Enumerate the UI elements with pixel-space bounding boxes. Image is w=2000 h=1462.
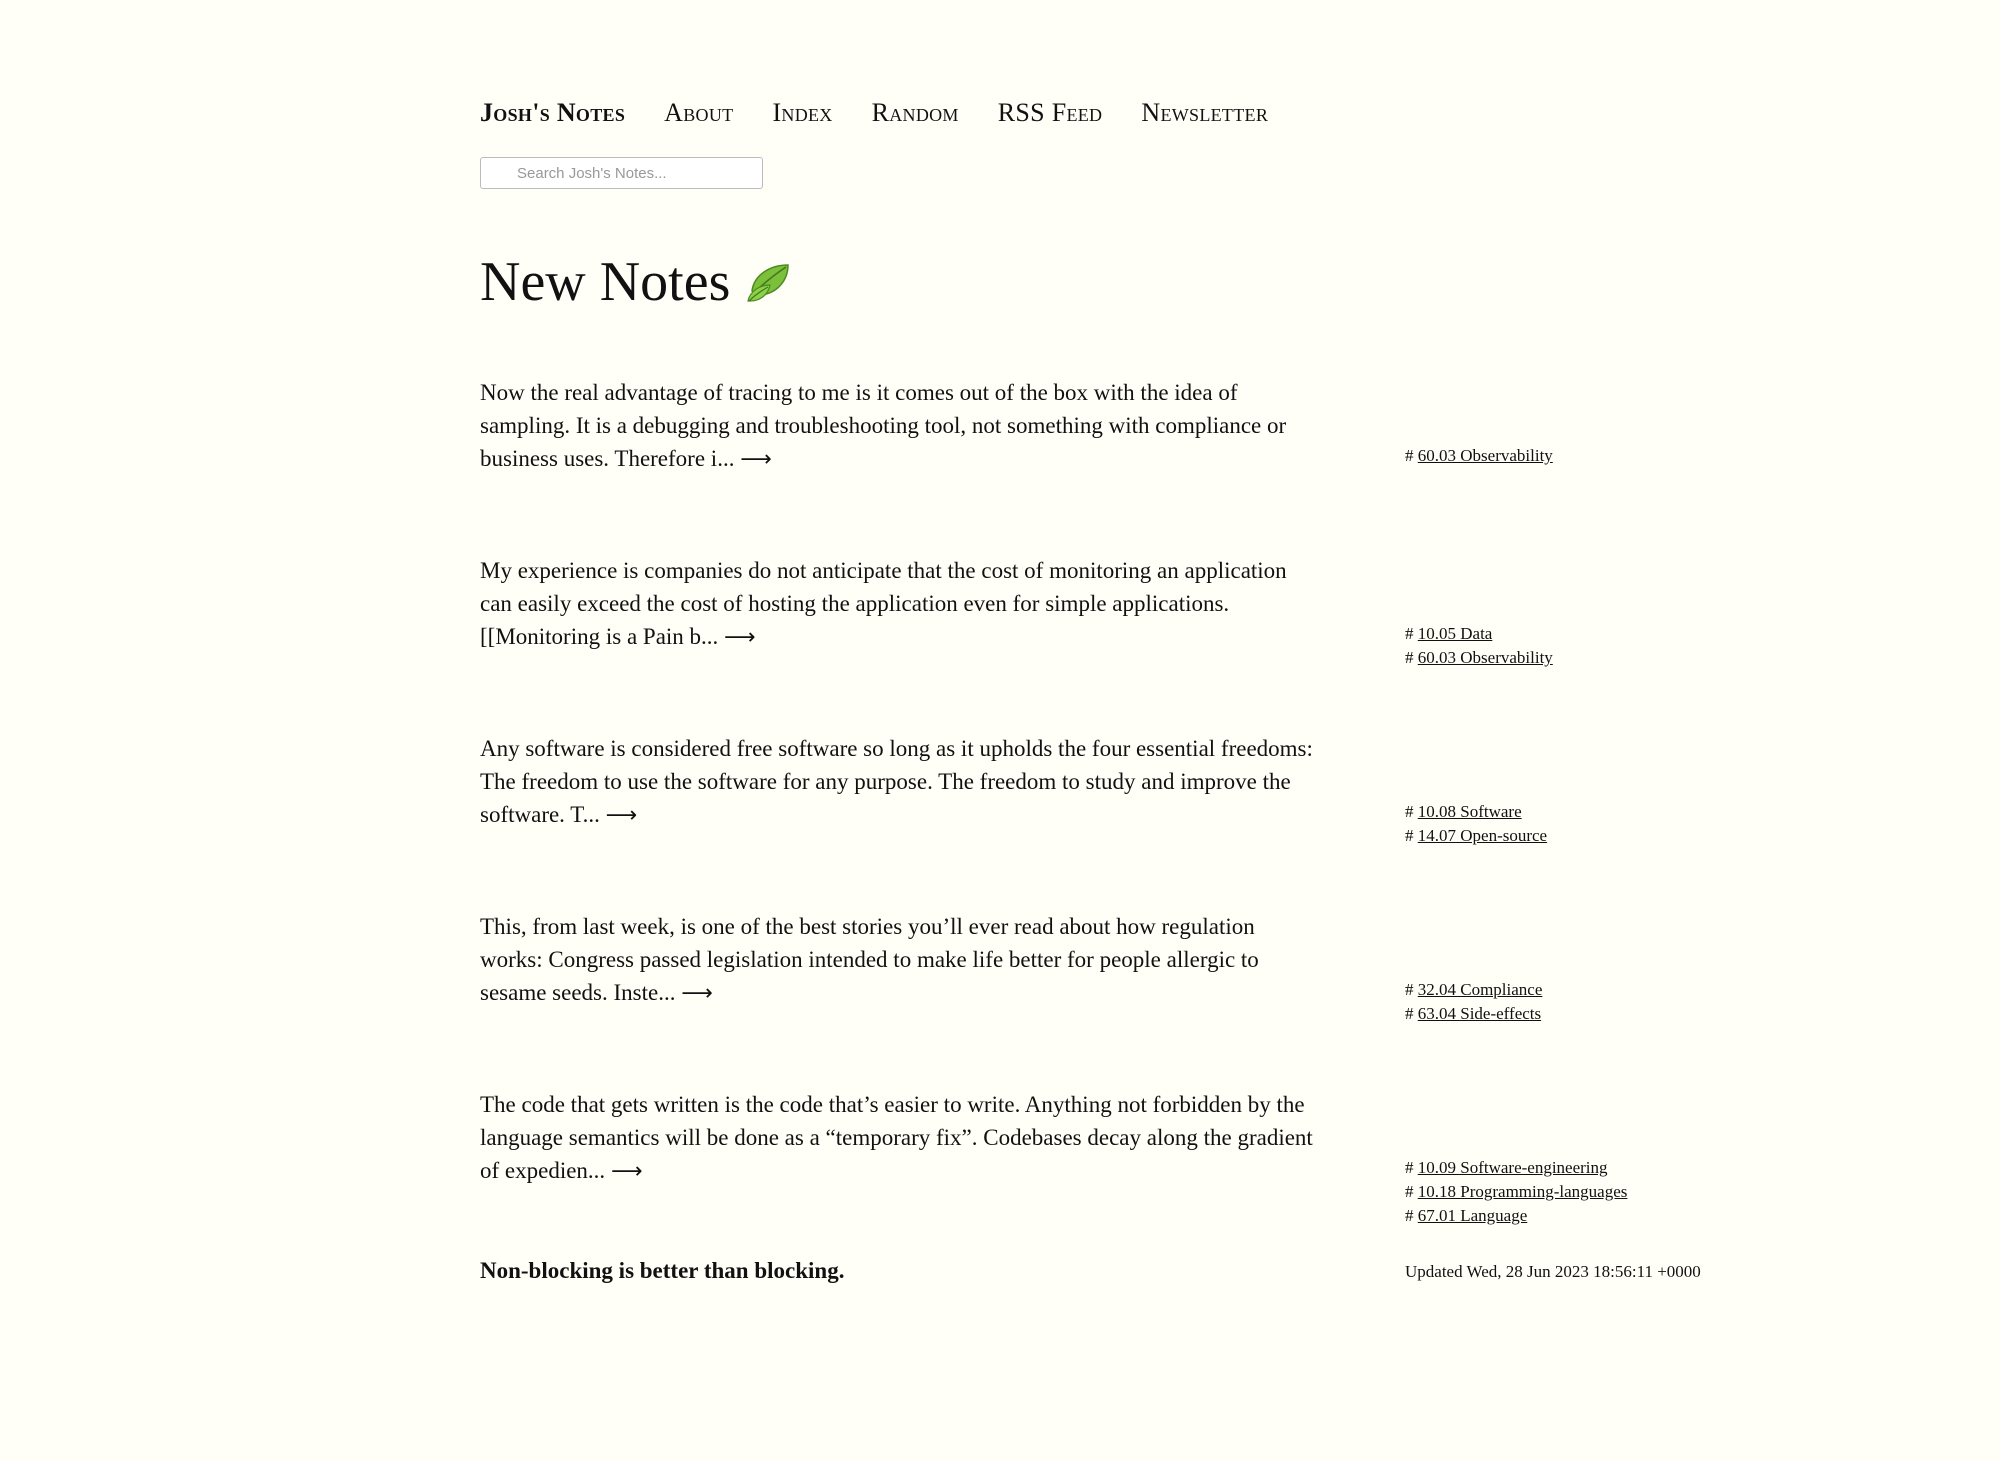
tag-link[interactable]: 10.18 Programming-languages xyxy=(1418,1182,1628,1201)
tag-item: # 14.07 Open-source xyxy=(1405,824,1547,848)
tag-prefix: # xyxy=(1405,802,1414,821)
updated-timestamp: Updated Wed, 28 Jun 2023 18:56:11 +0000 xyxy=(1405,1262,1701,1281)
tag-link[interactable]: 32.04 Compliance xyxy=(1418,980,1543,999)
nav-item-rss-feed[interactable]: RSS Feed xyxy=(998,98,1103,128)
tag-item: # 10.09 Software-engineering xyxy=(1405,1156,1627,1180)
read-more-arrow-icon[interactable]: ⟶ xyxy=(611,1159,643,1184)
page-title: New Notes xyxy=(480,250,794,314)
note-excerpt-text: The code that gets written is the code t… xyxy=(480,1092,1313,1183)
tag-item: # 10.18 Programming-languages xyxy=(1405,1180,1627,1204)
tag-prefix: # xyxy=(1405,1206,1414,1225)
nav-item-random[interactable]: Random xyxy=(872,98,959,128)
tag-prefix: # xyxy=(1405,980,1414,999)
tag-link[interactable]: 63.04 Side-effects xyxy=(1418,1004,1541,1023)
top-nav: Josh's Notes About Index Random RSS Feed… xyxy=(480,98,1307,138)
note-excerpt-text: My experience is companies do not antici… xyxy=(480,558,1287,649)
nav-item-index[interactable]: Index xyxy=(772,98,832,128)
note-tags: # 10.09 Software-engineering # 10.18 Pro… xyxy=(1405,1156,1627,1228)
note-excerpt: Any software is considered free software… xyxy=(480,732,1320,832)
page-title-text: New Notes xyxy=(480,251,731,313)
tag-prefix: # xyxy=(1405,1004,1414,1023)
tag-item: # 10.05 Data xyxy=(1405,622,1553,646)
tag-item: # 60.03 Observability xyxy=(1405,444,1553,468)
read-more-arrow-icon[interactable]: ⟶ xyxy=(740,447,772,472)
note-excerpt: The code that gets written is the code t… xyxy=(480,1088,1320,1188)
tag-prefix: # xyxy=(1405,648,1414,667)
note-tags: # 32.04 Compliance # 63.04 Side-effects xyxy=(1405,978,1542,1026)
search-input[interactable] xyxy=(481,163,762,183)
tag-link[interactable]: 60.03 Observability xyxy=(1418,446,1553,465)
read-more-arrow-icon[interactable]: ⟶ xyxy=(724,625,756,650)
footer-heading: Non-blocking is better than blocking. xyxy=(480,1258,845,1283)
tag-prefix: # xyxy=(1405,446,1414,465)
search-box xyxy=(480,157,763,189)
tag-item: # 60.03 Observability xyxy=(1405,646,1553,670)
tag-prefix: # xyxy=(1405,1158,1414,1177)
note-excerpt: My experience is companies do not antici… xyxy=(480,554,1320,654)
tag-item: # 10.08 Software xyxy=(1405,800,1547,824)
note-tags: # 60.03 Observability xyxy=(1405,444,1553,468)
tag-link[interactable]: 10.09 Software-engineering xyxy=(1418,1158,1608,1177)
tag-link[interactable]: 14.07 Open-source xyxy=(1418,826,1547,845)
tag-item: # 32.04 Compliance xyxy=(1405,978,1542,1002)
tag-prefix: # xyxy=(1405,624,1414,643)
tag-item: # 67.01 Language xyxy=(1405,1204,1627,1228)
tag-item: # 63.04 Side-effects xyxy=(1405,1002,1542,1026)
tag-link[interactable]: 60.03 Observability xyxy=(1418,648,1553,667)
tag-prefix: # xyxy=(1405,1182,1414,1201)
tag-link[interactable]: 10.05 Data xyxy=(1418,624,1493,643)
read-more-arrow-icon[interactable]: ⟶ xyxy=(681,981,713,1006)
tag-prefix: # xyxy=(1405,826,1414,845)
note-excerpt-text: This, from last week, is one of the best… xyxy=(480,914,1259,1005)
read-more-arrow-icon[interactable]: ⟶ xyxy=(606,803,638,828)
nav-item-newsletter[interactable]: Newsletter xyxy=(1141,98,1268,128)
note-excerpt-text: Now the real advantage of tracing to me … xyxy=(480,380,1287,471)
nav-item-about[interactable]: About xyxy=(664,98,733,128)
note-tags: # 10.05 Data # 60.03 Observability xyxy=(1405,622,1553,670)
note-tags: # 10.08 Software # 14.07 Open-source xyxy=(1405,800,1547,848)
note-excerpt: Now the real advantage of tracing to me … xyxy=(480,376,1320,476)
leaf-icon xyxy=(744,257,794,307)
page: Josh's Notes About Index Random RSS Feed… xyxy=(0,0,2000,1462)
nav-brand-link[interactable]: Josh's Notes xyxy=(480,98,625,128)
tag-link[interactable]: 10.08 Software xyxy=(1418,802,1522,821)
note-excerpt: This, from last week, is one of the best… xyxy=(480,910,1320,1010)
tag-link[interactable]: 67.01 Language xyxy=(1418,1206,1528,1225)
